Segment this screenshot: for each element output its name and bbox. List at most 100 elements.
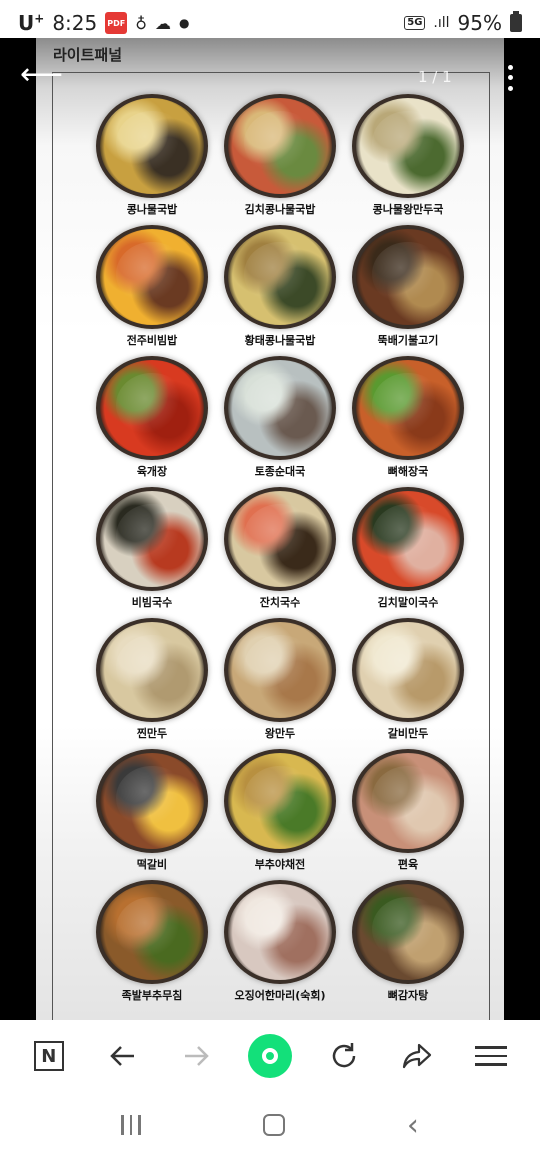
menu-item-name: 족발부추무침 — [121, 989, 183, 1002]
green-dot-button[interactable] — [247, 1034, 292, 1078]
food-photo — [224, 487, 336, 591]
food-photo — [224, 356, 336, 460]
menu-item-name: 잔치국수 — [259, 596, 301, 609]
menu-item: 전주비빔밥 — [88, 225, 216, 356]
menu-item: 편육 — [344, 749, 472, 880]
menu-item-name: 콩나물왕만두국 — [372, 203, 444, 216]
home-button[interactable] — [262, 1114, 285, 1136]
menu-item-name: 육개장 — [136, 465, 168, 478]
food-photo — [224, 618, 336, 722]
food-photo — [224, 749, 336, 853]
share-button[interactable] — [395, 1034, 439, 1078]
menu-item: 토종순대국 — [216, 356, 344, 487]
fire-icon: ♁ — [135, 13, 147, 33]
food-photo — [224, 225, 336, 329]
food-photo — [352, 487, 464, 591]
food-photo — [352, 880, 464, 984]
arrow-right-icon — [185, 1046, 210, 1066]
menu-item-name: 토종순대국 — [254, 465, 306, 478]
menu-item: 부추야채전 — [216, 749, 344, 880]
food-photo — [352, 356, 464, 460]
food-photo — [352, 225, 464, 329]
menu-item-name: 뼈감자탕 — [387, 989, 429, 1002]
menu-item-name: 오징어한마리(숙회) — [234, 989, 326, 1002]
menu-item-name: 뚝배기불고기 — [377, 334, 439, 347]
system-back-button[interactable]: ‹ — [407, 1108, 419, 1143]
hamburger-icon — [475, 1046, 508, 1066]
food-photo — [96, 487, 208, 591]
forward-button[interactable] — [174, 1034, 218, 1078]
back-arrow-icon[interactable]: ⟵ — [20, 60, 63, 92]
food-photo — [352, 94, 464, 198]
dot-icon: ● — [178, 16, 190, 30]
menu-item: 찐만두 — [88, 618, 216, 749]
battery-icon — [510, 11, 522, 32]
menu-item-name: 황태콩나물국밥 — [244, 334, 316, 347]
menu-item-name: 김치말이국수 — [377, 596, 439, 609]
menu-item: 콩나물국밥 — [88, 94, 216, 225]
menu-item-name: 뼈해장국 — [387, 465, 429, 478]
food-photo — [224, 94, 336, 198]
menu-item-name: 부추야채전 — [254, 858, 306, 871]
menu-item: 비빔국수 — [88, 487, 216, 618]
signal-icon: .ıll — [433, 15, 450, 31]
menu-item-name: 편육 — [397, 858, 419, 871]
menu-item-name: 콩나물국밥 — [126, 203, 178, 216]
menu-item: 김치말이국수 — [344, 487, 472, 618]
food-photo — [96, 880, 208, 984]
cloud-icon: ☁ — [154, 13, 171, 33]
recent-apps-button[interactable] — [121, 1115, 141, 1135]
menu-grid: 콩나물국밥 김치콩나물국밥 콩나물왕만두국전주비빔밥 황태콩나물국밥 뚝배기불고기육개장… — [88, 94, 472, 1011]
naver-home-button[interactable]: N — [27, 1034, 71, 1078]
food-photo — [96, 94, 208, 198]
menu-item: 황태콩나물국밥 — [216, 225, 344, 356]
pdf-viewer[interactable]: 라이트패널 콩나물국밥 김치콩나물국밥 콩나물왕만두국전주비빔밥 황태콩나물국밥 뚝배기… — [0, 38, 540, 1020]
carrier-label: U+ — [18, 11, 45, 35]
menu-item: 뼈감자탕 — [344, 880, 472, 1011]
menu-item: 갈비만두 — [344, 618, 472, 749]
menu-item: 잔치국수 — [216, 487, 344, 618]
menu-item: 족발부추무침 — [88, 880, 216, 1011]
system-nav-bar: ‹ — [0, 1092, 540, 1158]
menu-item-name: 갈비만두 — [387, 727, 429, 740]
status-right: 5G .ıll 95% — [404, 11, 522, 35]
page-title: 라이트패널 — [53, 46, 123, 64]
menu-item-name: 비빔국수 — [131, 596, 173, 609]
back-button[interactable] — [101, 1034, 145, 1078]
menu-item-name: 찐만두 — [136, 727, 168, 740]
menu-item: 뼈해장국 — [344, 356, 472, 487]
food-photo — [224, 880, 336, 984]
food-photo — [96, 225, 208, 329]
menu-item: 육개장 — [88, 356, 216, 487]
menu-item: 오징어한마리(숙회) — [216, 880, 344, 1011]
reload-button[interactable] — [322, 1034, 366, 1078]
green-dot-icon — [247, 1034, 292, 1078]
menu-item: 뚝배기불고기 — [344, 225, 472, 356]
food-photo — [352, 618, 464, 722]
menu-item: 김치콩나물국밥 — [216, 94, 344, 225]
menu-item-name: 떡갈비 — [136, 858, 168, 871]
food-photo — [352, 749, 464, 853]
more-options-icon[interactable] — [502, 62, 518, 94]
menu-item-name: 왕만두 — [264, 727, 296, 740]
5g-icon: 5G — [404, 16, 426, 30]
menu-item: 떡갈비 — [88, 749, 216, 880]
share-icon — [403, 1043, 432, 1069]
battery-percent: 95% — [457, 11, 502, 35]
clock: 8:25 — [52, 11, 98, 35]
menu-item-name: 김치콩나물국밥 — [244, 203, 316, 216]
menu-item-name: 전주비빔밥 — [126, 334, 178, 347]
reload-icon — [332, 1043, 355, 1068]
food-photo — [96, 749, 208, 853]
food-photo — [96, 618, 208, 722]
menu-button[interactable] — [469, 1034, 513, 1078]
browser-toolbar: N — [0, 1020, 540, 1092]
page-indicator: 1 / 1 — [418, 68, 452, 86]
menu-item: 콩나물왕만두국 — [344, 94, 472, 225]
menu-item: 왕만두 — [216, 618, 344, 749]
food-photo — [96, 356, 208, 460]
pdf-app-icon: PDF — [105, 12, 128, 34]
naver-n-icon: N — [33, 1041, 64, 1071]
status-left: U+ 8:25 PDF ♁ ☁ ● — [18, 11, 189, 35]
arrow-left-icon — [109, 1046, 134, 1066]
